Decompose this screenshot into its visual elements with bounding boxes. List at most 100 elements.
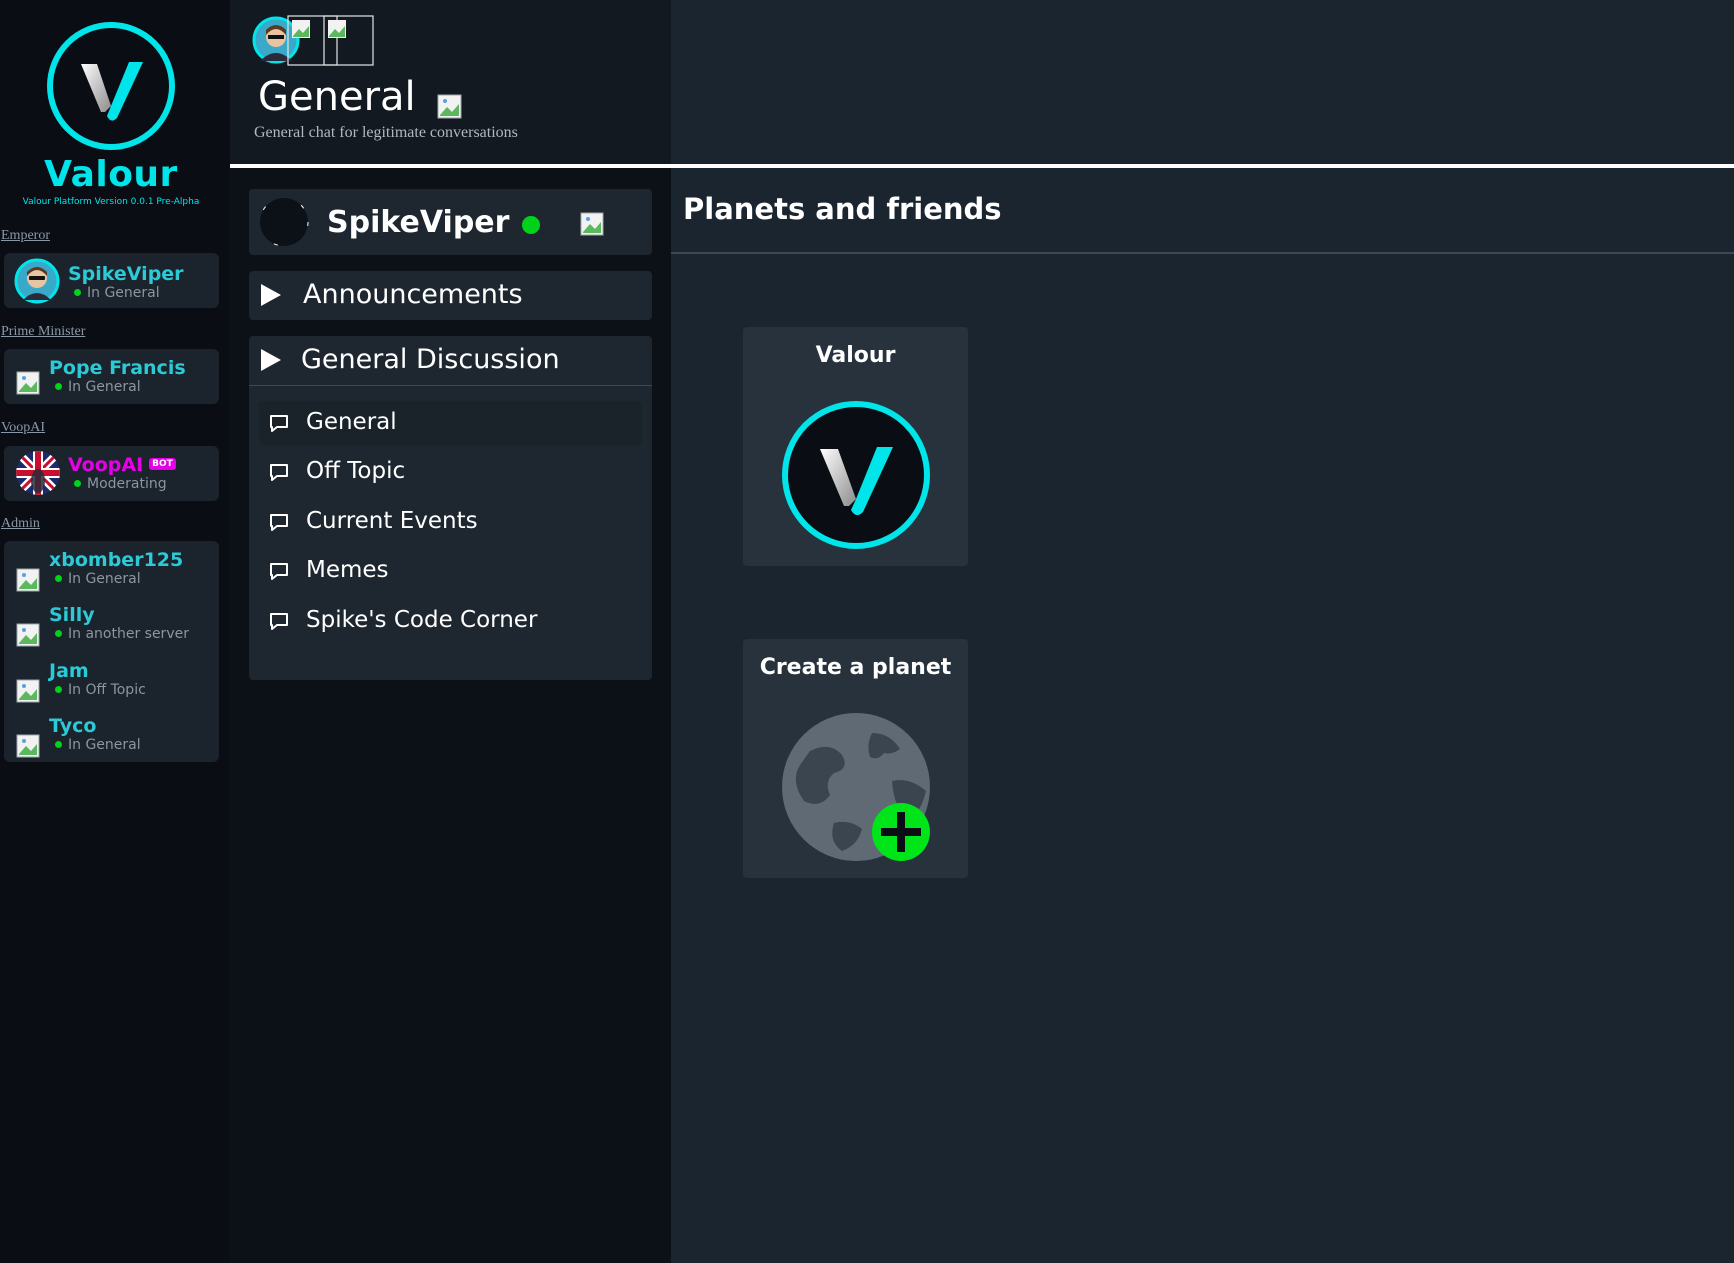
member-jam[interactable]: Jam In Off Topic	[4, 657, 219, 703]
chat-bubble-icon	[270, 464, 288, 481]
title-divider	[671, 252, 1734, 254]
user-avatar-icon[interactable]	[259, 197, 309, 247]
channel-label: Current Events	[306, 508, 478, 534]
member-name-text: VoopAI	[68, 454, 144, 476]
brand-block: Valour Valour Platform Version 0.0.1 Pre…	[0, 20, 222, 207]
channel-panel: SpikeViper Announcements General Discuss…	[230, 168, 671, 1263]
member-status: Moderating	[74, 476, 167, 492]
category-announcements[interactable]: Announcements	[249, 271, 652, 320]
broken-image-icon	[16, 568, 40, 592]
member-status: In General	[55, 379, 141, 395]
online-dot	[55, 574, 62, 582]
member-name: VoopAI BOT	[68, 454, 176, 476]
role-label-voopai: VoopAI	[1, 420, 46, 435]
member-name: xbomber125	[49, 549, 184, 571]
planet-card-valour[interactable]: Valour	[743, 327, 968, 566]
chat-bubble-icon	[270, 563, 288, 580]
valour-logo-icon	[782, 401, 930, 549]
chat-bubble-icon	[270, 415, 288, 432]
valour-logo-icon[interactable]	[45, 20, 177, 152]
channel-label: Spike's Code Corner	[306, 607, 538, 633]
member-tyco[interactable]: Tyco In General	[4, 712, 219, 758]
online-dot	[74, 288, 81, 296]
status-text: In General	[68, 379, 141, 395]
member-status: In General	[55, 737, 141, 753]
active-users-avatars[interactable]	[252, 15, 374, 66]
current-user-bar[interactable]: SpikeViper	[249, 189, 652, 255]
member-status: In another server	[55, 626, 189, 642]
planets-panel: Planets and friends Valour Create a plan…	[671, 168, 1734, 1263]
status-text: Moderating	[87, 476, 167, 492]
role-group-admin: xbomber125 In General Silly In another s…	[4, 541, 219, 762]
channel-label: General	[306, 409, 397, 435]
channel-spikes-code-corner[interactable]: Spike's Code Corner	[259, 599, 642, 643]
brand-version: Valour Platform Version 0.0.1 Pre-Alpha	[22, 197, 200, 207]
channel-label: Off Topic	[306, 458, 406, 484]
category-title: General Discussion	[301, 344, 560, 375]
category-title: Announcements	[303, 279, 523, 310]
role-label-emperor: Emperor	[1, 228, 50, 243]
bot-badge: BOT	[149, 457, 176, 470]
member-status: In General	[74, 285, 160, 301]
create-planet-card[interactable]: Create a planet	[743, 639, 968, 878]
chat-bubble-icon	[270, 514, 288, 531]
status-text: In another server	[68, 626, 189, 642]
create-planet-icon	[782, 713, 930, 861]
expand-arrow-icon[interactable]	[261, 284, 281, 306]
role-group-prime-minister: Pope Francis In General	[4, 349, 219, 404]
channel-header: General General chat for legitimate conv…	[230, 0, 671, 164]
channel-memes[interactable]: Memes	[259, 549, 642, 593]
online-dot	[55, 685, 62, 693]
status-text: In Off Topic	[68, 682, 146, 698]
role-group-emperor: SpikeViper In General	[4, 253, 219, 308]
status-text: In General	[68, 571, 141, 587]
status-text: In General	[68, 737, 141, 753]
member-voopai[interactable]: VoopAI BOT Moderating	[4, 446, 219, 495]
member-name: Silly	[49, 604, 95, 626]
broken-image-icon	[16, 734, 40, 758]
chat-bubble-icon	[270, 613, 288, 630]
brand-name: Valour	[44, 154, 178, 195]
create-planet-title: Create a planet	[759, 655, 952, 680]
status-text: In General	[87, 285, 160, 301]
settings-icon[interactable]	[580, 212, 604, 236]
online-dot	[55, 629, 62, 637]
member-silly[interactable]: Silly In another server	[4, 601, 219, 647]
broken-image-icon	[16, 371, 40, 395]
channel-off-topic[interactable]: Off Topic	[259, 450, 642, 494]
member-status: In General	[55, 571, 141, 587]
broken-image-icon	[16, 679, 40, 703]
member-name: SpikeViper	[68, 263, 184, 285]
page-title: Planets and friends	[683, 192, 1002, 226]
role-group-voopai: VoopAI BOT Moderating	[4, 446, 219, 501]
avatar	[14, 258, 60, 304]
user-avatar-icon	[14, 258, 60, 304]
channel-current-events[interactable]: Current Events	[259, 500, 642, 544]
category-general-discussion: General Discussion General Off Topic Cur…	[249, 336, 652, 680]
member-spikeviper[interactable]: SpikeViper In General	[4, 253, 219, 304]
member-status: In Off Topic	[55, 682, 146, 698]
online-status-dot	[522, 216, 540, 234]
broken-image-icon[interactable]	[437, 94, 462, 119]
channel-label: Memes	[306, 557, 389, 583]
category-header[interactable]: General Discussion	[249, 336, 652, 386]
current-user-name: SpikeViper	[327, 205, 510, 240]
expand-arrow-icon[interactable]	[261, 349, 281, 371]
online-dot	[55, 382, 62, 390]
online-dot	[74, 479, 81, 487]
member-sidebar: Valour Valour Platform Version 0.0.1 Pre…	[0, 0, 230, 1263]
channel-general[interactable]: General	[259, 401, 642, 445]
flag-avatar-icon	[16, 451, 60, 495]
planet-title: Valour	[815, 343, 896, 368]
top-right-area	[671, 0, 1734, 164]
member-xbomber125[interactable]: xbomber125 In General	[4, 546, 219, 592]
role-label-prime-minister: Prime Minister	[1, 324, 86, 339]
member-pope-francis[interactable]: Pope Francis In General	[4, 349, 219, 395]
online-dot	[55, 740, 62, 748]
member-name: Pope Francis	[49, 357, 186, 379]
role-label-admin: Admin	[1, 516, 40, 531]
broken-image-icon	[16, 623, 40, 647]
channel-description: General chat for legitimate conversation…	[254, 124, 518, 141]
member-name: Tyco	[49, 715, 97, 737]
member-name: Jam	[49, 660, 89, 682]
